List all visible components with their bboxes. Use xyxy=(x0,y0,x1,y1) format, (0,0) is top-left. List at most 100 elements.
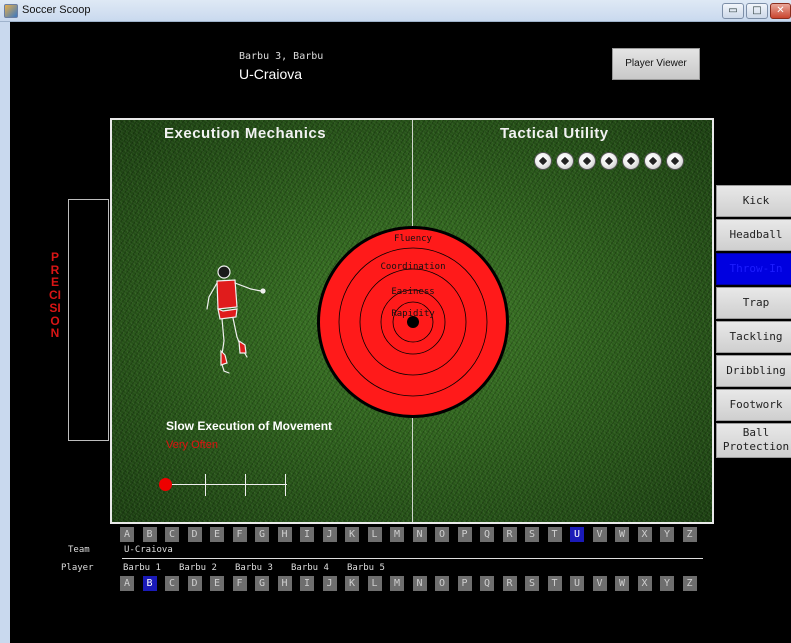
ring-label-rapidity: Rapidity xyxy=(391,309,435,319)
soccer-ball-icon xyxy=(556,152,574,170)
minimize-icon: ▭ xyxy=(728,5,738,16)
letter-z-button[interactable]: Z xyxy=(682,576,697,591)
letter-d-button[interactable]: D xyxy=(187,576,202,591)
letter-g-button[interactable]: G xyxy=(255,576,269,591)
letter-s-button[interactable]: S xyxy=(525,576,539,591)
player-chip[interactable]: Barbu 5 xyxy=(347,563,385,573)
precision-label: PRECISION xyxy=(49,250,61,341)
target-svg: Fluency Coordination Easiness Rapidity xyxy=(317,226,509,418)
letter-t-button[interactable]: T xyxy=(547,527,562,542)
player-chip[interactable]: Barbu 1 xyxy=(123,563,161,573)
letter-z-button[interactable]: Z xyxy=(682,527,697,542)
close-icon: ✕ xyxy=(776,5,785,16)
letter-q-button[interactable]: Q xyxy=(480,576,494,591)
letter-u-button[interactable]: U xyxy=(570,576,584,591)
target-rings-chart: Fluency Coordination Easiness Rapidity xyxy=(315,224,511,420)
letter-v-button[interactable]: V xyxy=(592,576,607,591)
letter-x-button[interactable]: X xyxy=(637,527,652,542)
maximize-button[interactable]: □ xyxy=(746,3,768,19)
letter-w-button[interactable]: W xyxy=(615,527,629,542)
player-name: Barbu 3, Barbu xyxy=(239,51,324,62)
letter-u-button[interactable]: U xyxy=(570,527,584,542)
menu-throw-in[interactable]: Throw-In xyxy=(716,253,791,285)
letter-w-button[interactable]: W xyxy=(615,576,629,591)
letter-f-button[interactable]: F xyxy=(232,527,247,542)
execution-mechanics-title: Execution Mechanics xyxy=(164,125,327,142)
soccer-ball-icon xyxy=(578,152,596,170)
letter-r-button[interactable]: R xyxy=(502,576,517,591)
letter-i-button[interactable]: I xyxy=(300,576,314,591)
minimize-button[interactable]: ▭ xyxy=(722,3,744,19)
frequency-slider[interactable] xyxy=(157,470,297,500)
letter-e-button[interactable]: E xyxy=(210,576,224,591)
ring-label-coordination: Coordination xyxy=(380,262,445,272)
menu-tackling[interactable]: Tackling xyxy=(716,321,791,353)
team-label: Team xyxy=(68,545,90,555)
slider-handle[interactable] xyxy=(159,478,172,491)
letter-k-button[interactable]: K xyxy=(345,527,359,542)
precision-meter xyxy=(68,199,109,441)
letter-j-button[interactable]: J xyxy=(322,576,337,591)
letter-p-button[interactable]: P xyxy=(457,527,472,542)
slider-tick xyxy=(205,474,206,496)
letter-d-button[interactable]: D xyxy=(187,527,202,542)
frequency-label: Very Often xyxy=(166,439,218,451)
letter-n-button[interactable]: N xyxy=(412,576,427,591)
letter-e-button[interactable]: E xyxy=(210,527,224,542)
team-divider xyxy=(122,558,703,559)
ring-label-easiness: Easiness xyxy=(391,287,434,297)
letter-h-button[interactable]: H xyxy=(277,527,292,542)
letter-p-button[interactable]: P xyxy=(457,576,472,591)
letter-f-button[interactable]: F xyxy=(232,576,247,591)
player-chip[interactable]: Barbu 3 xyxy=(235,563,273,573)
player-chip[interactable]: Barbu 4 xyxy=(291,563,329,573)
menu-ball-protection[interactable]: Ball Protection xyxy=(716,423,791,458)
slider-track xyxy=(165,484,287,485)
player-viewer-button[interactable]: Player Viewer xyxy=(612,48,700,80)
letter-g-button[interactable]: G xyxy=(255,527,269,542)
letter-a-button[interactable]: A xyxy=(120,527,134,542)
team-value[interactable]: U-Craiova xyxy=(124,545,173,555)
team-name: U-Craiova xyxy=(239,66,303,82)
player-chip[interactable]: Barbu 2 xyxy=(179,563,217,573)
letter-o-button[interactable]: O xyxy=(435,576,449,591)
menu-kick[interactable]: Kick xyxy=(716,185,791,217)
execution-speed-label: Slow Execution of Movement xyxy=(166,419,333,433)
letter-n-button[interactable]: N xyxy=(412,527,427,542)
letter-x-button[interactable]: X xyxy=(637,576,652,591)
close-button[interactable]: ✕ xyxy=(770,3,791,19)
letter-l-button[interactable]: L xyxy=(367,527,382,542)
soccer-ball-icon xyxy=(644,152,662,170)
letter-j-button[interactable]: J xyxy=(322,527,337,542)
letter-h-button[interactable]: H xyxy=(277,576,292,591)
letter-v-button[interactable]: V xyxy=(592,527,607,542)
letter-t-button[interactable]: T xyxy=(547,576,562,591)
letter-y-button[interactable]: Y xyxy=(660,576,674,591)
letter-q-button[interactable]: Q xyxy=(480,527,494,542)
letter-r-button[interactable]: R xyxy=(502,527,517,542)
letter-o-button[interactable]: O xyxy=(435,527,449,542)
soccer-ball-icon xyxy=(600,152,618,170)
letter-b-button[interactable]: B xyxy=(142,576,157,591)
letter-y-button[interactable]: Y xyxy=(660,527,674,542)
menu-trap[interactable]: Trap xyxy=(716,287,791,319)
soccer-ball-icon xyxy=(666,152,684,170)
tactical-utility-title: Tactical Utility xyxy=(500,125,609,142)
letter-i-button[interactable]: I xyxy=(300,527,314,542)
maximize-icon: □ xyxy=(752,5,762,16)
menu-dribbling[interactable]: Dribbling xyxy=(716,355,791,387)
menu-footwork[interactable]: Footwork xyxy=(716,389,791,421)
menu-headball[interactable]: Headball xyxy=(716,219,791,251)
letter-b-button[interactable]: B xyxy=(142,527,157,542)
letter-a-button[interactable]: A xyxy=(120,576,134,591)
ring-label-fluency: Fluency xyxy=(394,234,433,244)
soccer-ball-icon xyxy=(622,152,640,170)
letter-m-button[interactable]: M xyxy=(390,527,404,542)
letter-l-button[interactable]: L xyxy=(367,576,382,591)
letter-c-button[interactable]: C xyxy=(165,527,179,542)
letter-k-button[interactable]: K xyxy=(345,576,359,591)
player-label: Player xyxy=(61,563,94,573)
letter-m-button[interactable]: M xyxy=(390,576,404,591)
letter-s-button[interactable]: S xyxy=(525,527,539,542)
letter-c-button[interactable]: C xyxy=(165,576,179,591)
